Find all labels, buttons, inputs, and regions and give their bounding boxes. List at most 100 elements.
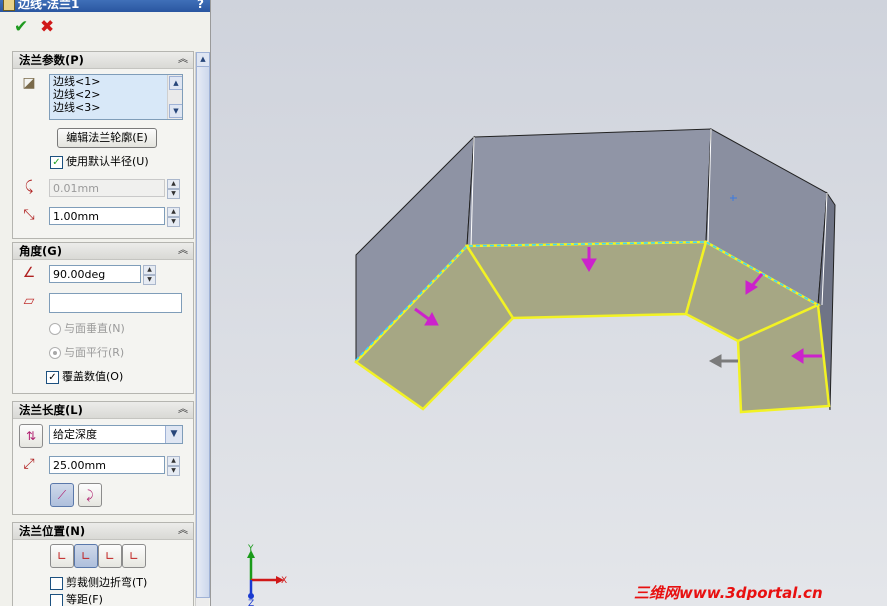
spin-down-icon[interactable]: ▼ [143,275,156,285]
perpendicular-to-face-label: 与面垂直(N) [64,322,125,335]
flange-length-group: 法兰长度(L) ︽ ⇅ 给定深度 ▼ ⤢ 25.00mm ▲ ▼ ⟋ ⤸ [12,401,194,515]
material-outside-button[interactable]: ∟ [74,544,98,568]
flange-parameters-header[interactable]: 法兰参数(P) ︽ [13,52,193,69]
spin-down-icon[interactable]: ▼ [167,217,180,227]
inner-virtual-sharp-icon: ⤸ [86,488,94,502]
edge-list-item[interactable]: 边线<3> [50,101,182,114]
outer-virtual-sharp-icon: ⟋ [57,488,67,502]
material-inside-icon: ∟ [56,549,68,563]
help-button[interactable]: ? [197,0,204,10]
bend-radius-field[interactable]: 0.01mm [49,179,165,197]
gray-arrow-icon [708,354,738,368]
scroll-down-icon[interactable]: ▼ [169,104,182,118]
bend-from-virtual-sharp-button[interactable]: ∟ [122,544,146,568]
checkbox-empty-icon [50,577,63,590]
model-view[interactable]: Y X Z [211,0,887,606]
edge-list-item[interactable]: 边线<2> [50,88,182,101]
end-condition-value: 给定深度 [53,428,97,441]
spin-down-icon[interactable]: ▼ [167,189,180,199]
angle-header[interactable]: 角度(G) ︽ [13,243,193,260]
use-default-radius-checkbox[interactable]: ✓ 使用默认半径(U) [50,155,149,169]
x-icon: ✖ [40,17,55,37]
triad-x-label: X [281,576,287,586]
scroll-up-icon[interactable]: ▲ [196,52,210,67]
reference-face-field[interactable] [49,293,182,313]
spin-up-icon[interactable]: ▲ [167,207,180,217]
panel-scrollbar[interactable]: ▲ [195,52,210,606]
dropdown-arrow-icon[interactable]: ▼ [165,426,182,443]
angle-group: 角度(G) ︽ ∠ 90.00deg ▲ ▼ ▱ 与面垂直(N) 与面平行(R) … [12,242,194,394]
length-distance-icon: ⤢ [23,456,35,472]
override-value-checkbox[interactable]: ✓ 覆盖数值(O) [46,370,123,384]
bend-radius-icon: ⤹ [24,179,34,195]
collapse-chevron-icon[interactable]: ︽ [178,52,188,68]
end-condition-select[interactable]: 给定深度 ▼ [49,425,183,444]
checkmark-icon: ✓ [50,156,63,169]
flange-length-spinner[interactable]: ▲ ▼ [167,456,180,476]
inner-virtual-sharp-button[interactable]: ⤸ [78,483,102,507]
ok-button[interactable]: ✔ [14,17,32,37]
bend-outside-icon: ∟ [104,549,116,563]
spin-down-icon[interactable]: ▼ [167,466,180,476]
spin-up-icon[interactable]: ▲ [167,456,180,466]
flange-angle-field[interactable]: 90.00deg [49,265,141,283]
edge-list-item[interactable]: 边线<1> [50,75,182,88]
coordinate-triad: Y X Z [247,544,287,606]
panel-titlebar: 边线-法兰1 ? [0,0,210,12]
graphics-viewport[interactable]: Y X Z [211,0,887,606]
radio-circle-icon [49,323,61,335]
perpendicular-to-face-radio[interactable]: 与面垂直(N) [49,322,125,336]
parallel-to-face-label: 与面平行(R) [64,346,125,359]
radio-circle-icon [49,347,61,359]
reference-face-icon: ▱ [23,293,35,309]
bend-outside-button[interactable]: ∟ [98,544,122,568]
offset-label: 等距(F) [66,593,103,606]
reverse-direction-button[interactable]: ⇅ [19,424,43,448]
gap-distance-field[interactable]: 1.00mm [49,207,165,225]
flange-position-title: 法兰位置(N) [19,524,86,538]
flange-parameters-title: 法兰参数(P) [19,53,84,67]
site-watermark: 三维网www.3dportal.cn [634,584,823,600]
panel-title: 边线-法兰1 [18,0,80,11]
gap-distance-icon: ⤡ [23,207,35,223]
parallel-to-face-radio[interactable]: 与面平行(R) [49,346,124,360]
cancel-button[interactable]: ✖ [40,17,58,37]
trim-side-bends-checkbox[interactable]: 剪裁侧边折弯(T) [50,576,147,590]
spin-up-icon[interactable]: ▲ [143,265,156,275]
wall-face [466,128,712,247]
scroll-up-icon[interactable]: ▲ [169,76,182,90]
triad-y-label: Y [247,544,254,554]
flange-length-title: 法兰长度(L) [19,403,83,417]
flange-angle-icon: ∠ [22,265,36,281]
gap-distance-spinner[interactable]: ▲ ▼ [167,207,180,227]
flange-parameters-group: 法兰参数(P) ︽ ◪ 边线<1> 边线<2> 边线<3> ▲ ▼ 编辑法兰轮廓… [12,51,194,239]
edge-list[interactable]: 边线<1> 边线<2> 边线<3> ▲ ▼ [49,74,183,120]
trim-side-bends-label: 剪裁侧边折弯(T) [66,576,148,589]
triad-z-label: Z [248,599,254,606]
collapse-chevron-icon[interactable]: ︽ [178,523,188,539]
bend-radius-spinner[interactable]: ▲ ▼ [167,179,180,199]
use-default-radius-label: 使用默认半径(U) [66,155,149,168]
scrollbar-thumb[interactable] [196,66,210,598]
outer-virtual-sharp-button[interactable]: ⟋ [50,483,74,507]
material-inside-button[interactable]: ∟ [50,544,74,568]
edge-selection-icon: ◪ [22,75,36,91]
check-icon: ✔ [14,17,29,37]
edit-flange-profile-button[interactable]: 编辑法兰轮廓(E) [57,128,157,148]
edge-flange-icon [3,0,15,11]
offset-checkbox[interactable]: 等距(F) [50,593,103,606]
flange-position-header[interactable]: 法兰位置(N) ︽ [13,523,193,540]
collapse-chevron-icon[interactable]: ︽ [178,402,188,418]
edge-list-scrollbar[interactable]: ▲ ▼ [167,75,182,119]
checkbox-empty-icon [50,594,63,606]
bend-from-virtual-sharp-icon: ∟ [128,549,140,563]
flange-angle-spinner[interactable]: ▲ ▼ [143,265,156,285]
spin-up-icon[interactable]: ▲ [167,179,180,189]
checkmark-icon: ✓ [46,371,59,384]
reverse-direction-icon: ⇅ [25,429,37,443]
flange-length-header[interactable]: 法兰长度(L) ︽ [13,402,193,419]
override-value-label: 覆盖数值(O) [62,370,124,383]
property-manager-panel: 边线-法兰1 ? ✔ ✖ 法兰参数(P) ︽ ◪ 边线<1> 边线<2> 边线<… [0,0,211,606]
collapse-chevron-icon[interactable]: ︽ [178,243,188,259]
flange-length-field[interactable]: 25.00mm [49,456,165,474]
